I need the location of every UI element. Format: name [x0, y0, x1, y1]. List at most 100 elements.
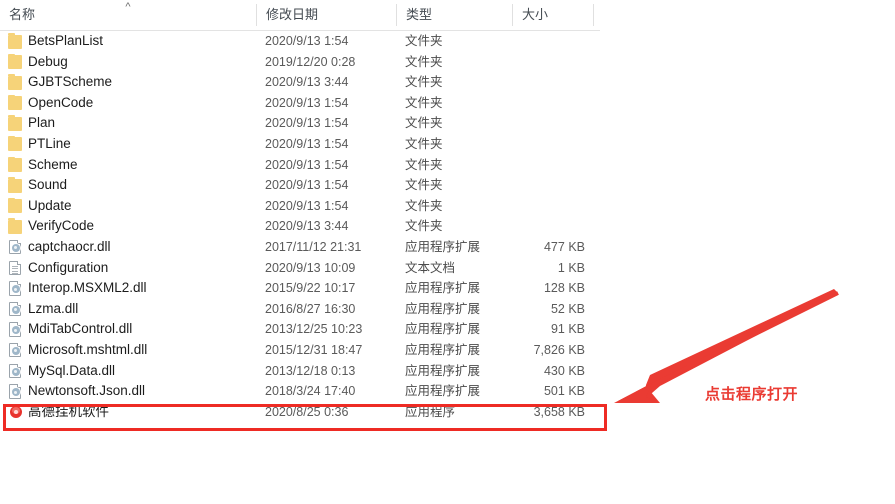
file-date-cell: 2020/8/25 0:36: [265, 404, 349, 419]
file-size-cell: [460, 52, 585, 73]
file-size-cell: [460, 72, 585, 93]
file-date-cell: 2015/9/22 10:17: [265, 281, 356, 296]
file-type-cell: 文本文档: [405, 260, 456, 275]
column-header-date-modified[interactable]: 修改日期: [257, 0, 396, 30]
table-row[interactable]: Configuration 2020/9/13 10:09 文本文档 1 KB: [0, 258, 600, 279]
table-row[interactable]: OpenCode 2020/9/13 1:54 文件夹: [0, 93, 600, 114]
column-header-name-label: 名称: [9, 7, 36, 22]
file-type-cell: 应用程序: [405, 404, 456, 419]
table-row[interactable]: captchaocr.dll 2017/11/12 21:31 应用程序扩展 477 …: [0, 237, 600, 258]
file-date-cell: 2020/9/13 1:54: [265, 178, 349, 193]
file-size-cell: 128 KB: [543, 281, 585, 296]
file-date-cell: 2020/9/13 1:54: [265, 34, 349, 48]
file-date-cell: 2020/9/13 1:54: [265, 95, 349, 110]
file-type-cell: 文件夹: [405, 75, 443, 90]
file-name-cell: Update: [28, 197, 72, 213]
file-name-cell: captchaocr.dll: [28, 238, 111, 254]
file-name-cell: Newtonsoft.Json.dll: [28, 383, 146, 399]
column-header-size[interactable]: 大小: [513, 0, 593, 30]
file-date-cell: 2020/9/13 1:54: [265, 116, 349, 131]
file-size-cell: 477 KB: [543, 239, 585, 254]
file-list: BetsPlanList 2020/9/13 1:54 文件夹 Debug 2019/1…: [0, 31, 600, 422]
table-row[interactable]: VerifyCode 2020/9/13 3:44 文件夹: [0, 216, 600, 237]
file-date-cell: 2017/11/12 21:31: [265, 239, 362, 254]
column-header-type[interactable]: 类型: [397, 0, 512, 30]
table-row[interactable]: 高德挂机软件 2020/8/25 0:36 应用程序 3,658 KB: [0, 402, 600, 423]
table-row[interactable]: Plan 2020/9/13 1:54 文件夹: [0, 113, 600, 134]
table-row[interactable]: Update 2020/9/13 1:54 文件夹: [0, 196, 600, 217]
file-size-cell: [460, 134, 585, 155]
table-row[interactable]: PTLine 2020/9/13 1:54 文件夹: [0, 134, 600, 155]
file-date-cell: 2020/9/13 1:54: [265, 157, 349, 172]
file-name-cell: VerifyCode: [28, 218, 95, 234]
file-type-cell: 文件夹: [405, 219, 443, 234]
file-size-cell: [460, 31, 585, 52]
file-type-cell: 文件夹: [405, 95, 443, 110]
file-date-cell: 2020/9/13 3:44: [265, 219, 349, 234]
table-row[interactable]: Microsoft.mshtml.dll 2015/12/31 18:47 应用程序…: [0, 340, 600, 361]
file-date-cell: 2016/8/27 16:30: [265, 301, 356, 316]
file-name-cell: OpenCode: [28, 94, 94, 110]
column-divider[interactable]: [593, 4, 594, 26]
file-name-cell: 高德挂机软件: [28, 403, 109, 419]
table-row[interactable]: Newtonsoft.Json.dll 2018/3/24 17:40 应用程序扩展…: [0, 381, 600, 402]
file-size-cell: 430 KB: [543, 363, 585, 378]
table-row[interactable]: Debug 2019/12/20 0:28 文件夹: [0, 52, 600, 73]
file-type-cell: 文件夹: [405, 54, 443, 69]
file-date-cell: 2013/12/25 10:23: [265, 322, 363, 337]
file-type-cell: 文件夹: [405, 178, 443, 193]
file-name-cell: Debug: [28, 53, 68, 69]
file-date-cell: 2019/12/20 0:28: [265, 54, 356, 69]
table-row[interactable]: Sound 2020/9/13 1:54 文件夹: [0, 175, 600, 196]
file-date-cell: 2018/3/24 17:40: [265, 384, 356, 399]
table-row[interactable]: GJBTScheme 2020/9/13 3:44 文件夹: [0, 72, 600, 93]
table-row[interactable]: Lzma.dll 2016/8/27 16:30 应用程序扩展 52 KB: [0, 299, 600, 320]
table-row[interactable]: MySql.Data.dll 2013/12/18 0:13 应用程序扩展 430 K…: [0, 361, 600, 382]
file-date-cell: 2020/9/13 10:09: [265, 260, 356, 275]
file-date-cell: 2020/9/13 1:54: [265, 198, 349, 213]
file-name-cell: Plan: [28, 115, 56, 131]
table-row[interactable]: MdiTabControl.dll 2013/12/25 10:23 应用程序扩展 9…: [0, 319, 600, 340]
file-name-cell: GJBTScheme: [28, 74, 113, 90]
column-header-size-label: 大小: [522, 7, 549, 22]
file-date-cell: 2013/12/18 0:13: [265, 363, 356, 378]
file-size-cell: 3,658 KB: [533, 404, 585, 419]
file-size-cell: [460, 175, 585, 196]
file-date-cell: 2020/9/13 3:44: [265, 75, 349, 90]
file-name-cell: Interop.MSXML2.dll: [28, 280, 147, 296]
column-header-date-modified-label: 修改日期: [266, 7, 319, 22]
file-name-cell: MdiTabControl.dll: [28, 321, 133, 337]
file-size-cell: [460, 93, 585, 114]
table-row[interactable]: Scheme 2020/9/13 1:54 文件夹: [0, 155, 600, 176]
file-size-cell: 91 KB: [550, 322, 585, 337]
file-name-cell: Lzma.dll: [28, 300, 79, 316]
file-date-cell: 2015/12/31 18:47: [265, 342, 363, 357]
file-explorer-list-view: 名称 ^ 修改日期 类型 大小 BetsPlanList 2020/9/13 1:…: [0, 0, 895, 504]
column-header-type-label: 类型: [406, 7, 433, 22]
file-size-cell: [460, 113, 585, 134]
file-name-cell: Microsoft.mshtml.dll: [28, 341, 148, 357]
column-header-row: 名称 ^ 修改日期 类型 大小: [0, 0, 600, 31]
file-name-cell: PTLine: [28, 135, 71, 151]
file-name-cell: Sound: [28, 177, 68, 193]
file-name-cell: Scheme: [28, 156, 78, 172]
file-size-cell: 7,826 KB: [533, 342, 585, 357]
file-type-cell: 文件夹: [405, 157, 443, 172]
file-size-cell: 52 KB: [550, 301, 585, 316]
file-name-cell: MySql.Data.dll: [28, 362, 116, 378]
file-type-cell: 文件夹: [405, 198, 443, 213]
file-size-cell: [460, 216, 585, 237]
sort-ascending-icon: ^: [125, 1, 131, 13]
file-date-cell: 2020/9/13 1:54: [265, 136, 349, 151]
file-type-cell: 文件夹: [405, 136, 443, 151]
table-row[interactable]: Interop.MSXML2.dll 2015/9/22 10:17 应用程序扩展 1…: [0, 278, 600, 299]
file-name-cell: BetsPlanList: [28, 33, 104, 48]
file-size-cell: 1 KB: [557, 260, 585, 275]
file-size-cell: [460, 155, 585, 176]
file-type-cell: 文件夹: [405, 34, 443, 48]
file-name-cell: Configuration: [28, 259, 109, 275]
file-size-cell: [460, 196, 585, 217]
file-size-cell: 501 KB: [543, 384, 585, 399]
table-row[interactable]: BetsPlanList 2020/9/13 1:54 文件夹: [0, 31, 600, 52]
file-type-cell: 文件夹: [405, 116, 443, 131]
